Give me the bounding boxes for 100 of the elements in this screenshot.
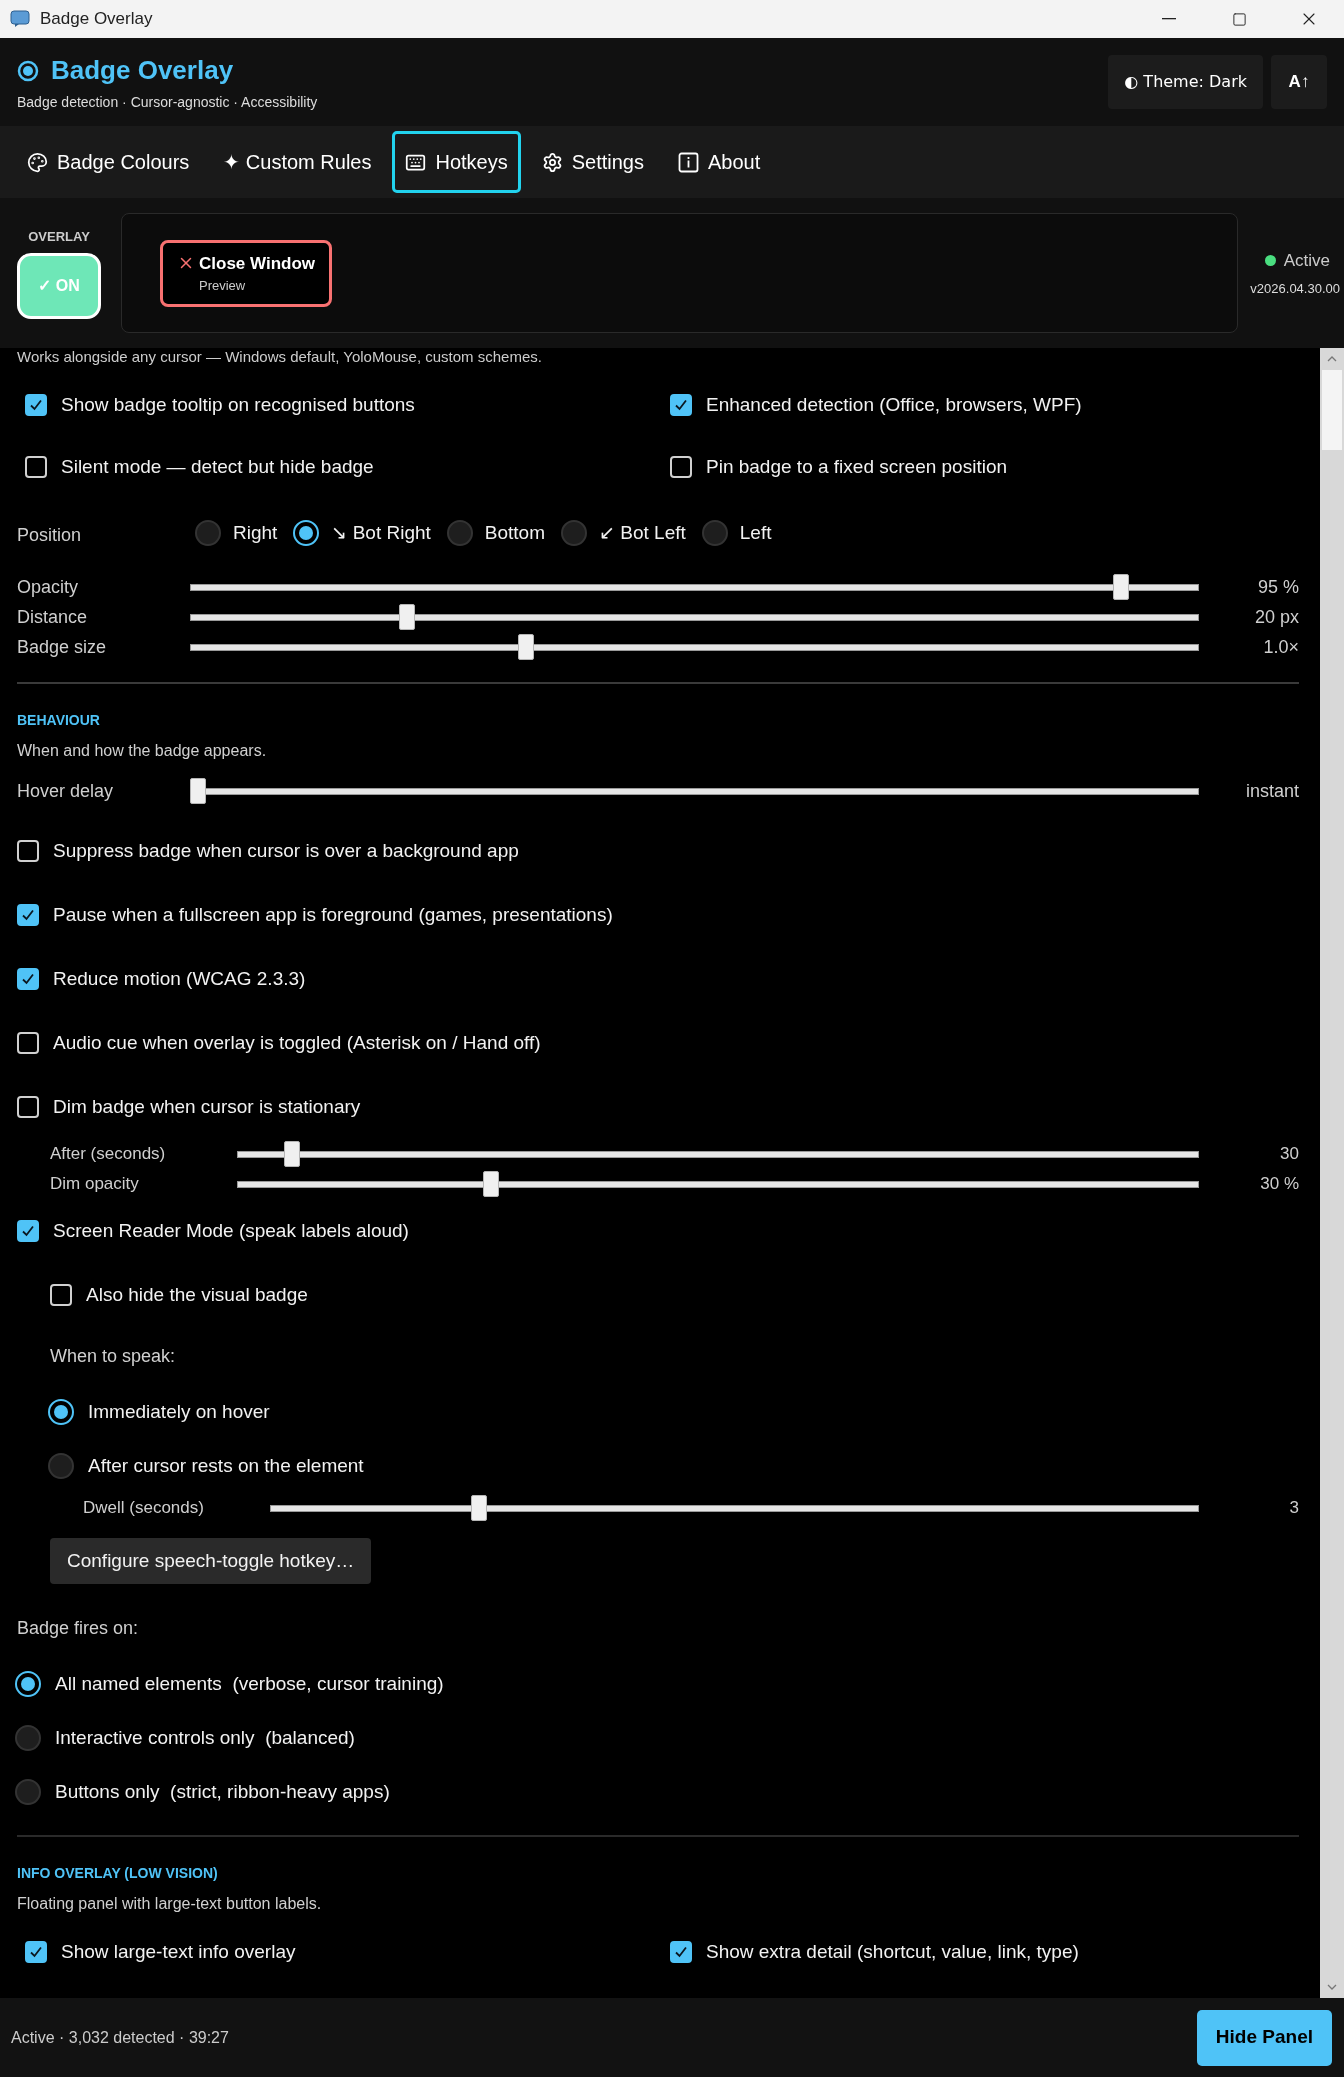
checkbox-label: Audio cue when overlay is toggled (Asterisk on / Hand off) (53, 1030, 541, 1055)
radio-label: After cursor rests on the element (88, 1453, 364, 1478)
slider-label: Opacity (17, 575, 80, 599)
radio-button[interactable] (48, 1399, 74, 1425)
checkbox[interactable] (17, 1096, 39, 1118)
slider-thumb[interactable] (398, 604, 415, 630)
checkbox[interactable] (25, 394, 47, 416)
slider-value: 20 px (1253, 605, 1299, 629)
checkbox-label: Show badge tooltip on recognised buttons (61, 392, 415, 417)
slider-thumb[interactable] (482, 1171, 499, 1197)
radio-button[interactable] (195, 520, 221, 546)
status-label: Active (1283, 249, 1330, 272)
section-description: Floating panel with large-text button labels. (16, 1894, 323, 1914)
checkmark-icon (29, 1945, 43, 1959)
slider-thumb[interactable] (517, 634, 534, 660)
cursor-note: Works alongside any cursor — Windows default, YoloMouse, custom schemes. (16, 348, 543, 366)
gear-icon (541, 151, 563, 173)
slider-thumb[interactable] (470, 1495, 487, 1521)
slider-label: Hover delay (17, 779, 115, 803)
radio-logo-icon (17, 59, 39, 82)
position-label: Position (17, 523, 83, 547)
checkbox-label: Show extra detail (shortcut, value, link, type) (706, 1939, 1079, 1964)
checkbox-label: Screen Reader Mode (speak labels aloud) (53, 1218, 409, 1243)
checkbox[interactable] (17, 1220, 39, 1242)
slider-value: 30 (1279, 1143, 1299, 1166)
slider-label: Distance (17, 605, 89, 629)
app-title: Badge Overlay (51, 54, 234, 87)
radio-button[interactable] (48, 1453, 74, 1479)
tab[interactable]: Settings (528, 131, 657, 193)
slider-value: 3 (1288, 1497, 1299, 1520)
slider-value: 95 % (1256, 575, 1299, 599)
checkbox-label: Silent mode — detect but hide badge (61, 454, 374, 479)
slider-label: Badge size (17, 635, 108, 659)
info-icon (678, 151, 699, 173)
tab[interactable]: ✦ Custom Rules (210, 131, 385, 193)
checkbox[interactable] (17, 840, 39, 862)
slider[interactable] (270, 1495, 1199, 1521)
slider[interactable] (190, 574, 1199, 600)
radio-button[interactable] (446, 520, 473, 546)
checkbox[interactable] (670, 1941, 692, 1963)
checkmark-icon (674, 398, 688, 412)
checkmark-icon (674, 1945, 688, 1959)
slider-thumb[interactable] (284, 1141, 301, 1167)
checkbox-label: Also hide the visual badge (86, 1282, 308, 1307)
checkbox[interactable] (25, 456, 47, 478)
tab[interactable]: Hotkeys (392, 131, 521, 193)
radio-label: Bottom (484, 520, 545, 545)
radio-label: Right (233, 520, 278, 545)
theme-button[interactable]: ◐ Theme: Dark (1108, 55, 1263, 109)
checkbox-label: Enhanced detection (Office, browsers, WPF) (706, 392, 1082, 417)
slider-thumb[interactable] (190, 778, 206, 804)
radio-label: Left (739, 520, 772, 545)
overlay-label: OVERLAY (28, 228, 90, 247)
hide-panel-button[interactable]: Hide Panel (1196, 2009, 1332, 2066)
app-icon (10, 10, 30, 28)
section-description: When and how the badge appears. (16, 741, 268, 761)
radio-label: ↘ Bot Right (331, 520, 431, 545)
radio-button[interactable] (561, 520, 587, 546)
checkbox[interactable] (17, 904, 39, 926)
preview-subtitle: Preview (199, 277, 247, 295)
configure-hotkey-button[interactable]: Configure speech-toggle hotkey… (50, 1538, 372, 1584)
slider[interactable] (190, 604, 1199, 630)
slider[interactable] (237, 1171, 1199, 1197)
checkbox[interactable] (670, 456, 692, 478)
radio-button[interactable] (15, 1725, 41, 1751)
slider-label: Dim opacity (50, 1173, 140, 1196)
radio-button[interactable] (701, 520, 728, 546)
scrollbar-thumb[interactable] (1322, 370, 1342, 450)
window-title: Badge Overlay (40, 8, 153, 31)
checkmark-icon (21, 972, 35, 986)
checkbox-label: Pin badge to a fixed screen position (706, 454, 1008, 479)
radio-label: Buttons only (strict, ribbon-heavy apps) (55, 1779, 390, 1804)
section-label: When to speak: (50, 1344, 176, 1368)
slider-thumb[interactable] (1113, 574, 1130, 600)
slider[interactable] (237, 1141, 1199, 1167)
tab[interactable]: Badge Colours (14, 131, 203, 193)
scrollbar[interactable] (1320, 348, 1344, 1998)
app-subtitle: Badge detection · Cursor-agnostic · Accessibility (17, 93, 318, 112)
checkmark-icon (21, 908, 35, 922)
radio-label: ↙ Bot Left (599, 520, 686, 545)
status-text: Active · 3,032 detected · 39:27 (11, 2027, 229, 2048)
slider-value: 1.0× (1262, 635, 1299, 659)
tab[interactable]: About (665, 131, 774, 193)
slider[interactable] (190, 778, 1199, 804)
minimize-icon (1162, 18, 1176, 20)
checkbox-label: Dim badge when cursor is stationary (53, 1094, 361, 1119)
radio-button[interactable] (293, 520, 320, 546)
radio-button[interactable] (15, 1779, 41, 1805)
slider[interactable] (190, 634, 1199, 660)
checkbox-label: Suppress badge when cursor is over a background app (53, 838, 519, 863)
radio-button[interactable] (15, 1671, 41, 1697)
checkbox[interactable] (17, 1032, 39, 1054)
checkbox[interactable] (17, 968, 39, 990)
checkbox-label: Pause when a fullscreen app is foreground (games, presentations) (53, 902, 613, 927)
checkbox[interactable] (50, 1284, 72, 1306)
checkbox[interactable] (670, 394, 692, 416)
checkbox[interactable] (25, 1941, 47, 1963)
font-size-button[interactable]: A↑ (1271, 55, 1327, 109)
radio-label: Interactive controls only (balanced) (55, 1725, 355, 1750)
section-heading: INFO OVERLAY (LOW VISION) (16, 1864, 219, 1883)
